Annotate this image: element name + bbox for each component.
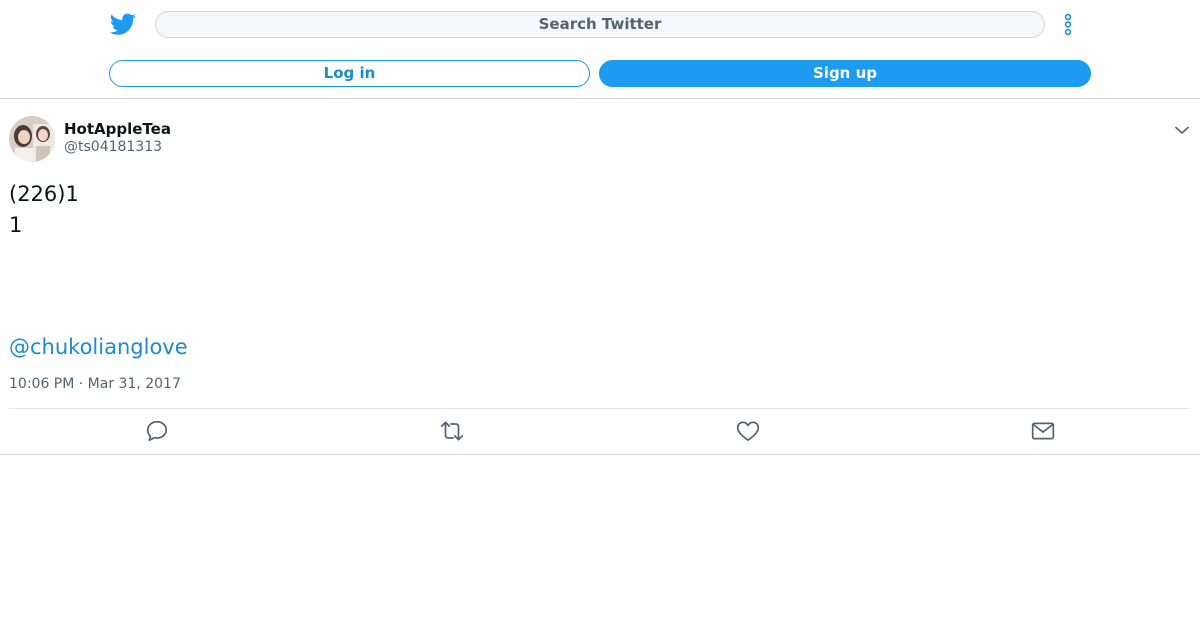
- chevron-down-icon[interactable]: [1173, 121, 1191, 139]
- tweet: HotAppleTea @ts04181313 (226)1 1 @chukol…: [0, 100, 1200, 455]
- signup-button[interactable]: Sign up: [599, 60, 1091, 87]
- search-input[interactable]: Search Twitter: [155, 11, 1045, 38]
- author-handle[interactable]: @ts04181313: [64, 139, 162, 155]
- login-button[interactable]: Log in: [109, 60, 590, 87]
- divider: [9, 408, 1190, 409]
- retweet-icon[interactable]: [439, 418, 465, 444]
- reply-icon[interactable]: [144, 418, 170, 444]
- more-vertical-icon[interactable]: [1058, 11, 1078, 38]
- tweet-text-line: (226)1: [9, 182, 79, 206]
- tweet-text: (226)1 1: [9, 179, 79, 241]
- twitter-bird-icon[interactable]: [110, 11, 136, 37]
- tweet-text-line: 1: [9, 213, 23, 237]
- top-navigation: Search Twitter Log in Sign up: [0, 0, 1200, 99]
- mention-link[interactable]: @chukolianglove: [9, 333, 188, 361]
- avatar[interactable]: [9, 116, 55, 162]
- author-name[interactable]: HotAppleTea: [64, 120, 171, 138]
- message-icon[interactable]: [1030, 418, 1056, 444]
- tweet-timestamp[interactable]: 10:06 PM · Mar 31, 2017: [9, 376, 181, 392]
- like-icon[interactable]: [735, 418, 761, 444]
